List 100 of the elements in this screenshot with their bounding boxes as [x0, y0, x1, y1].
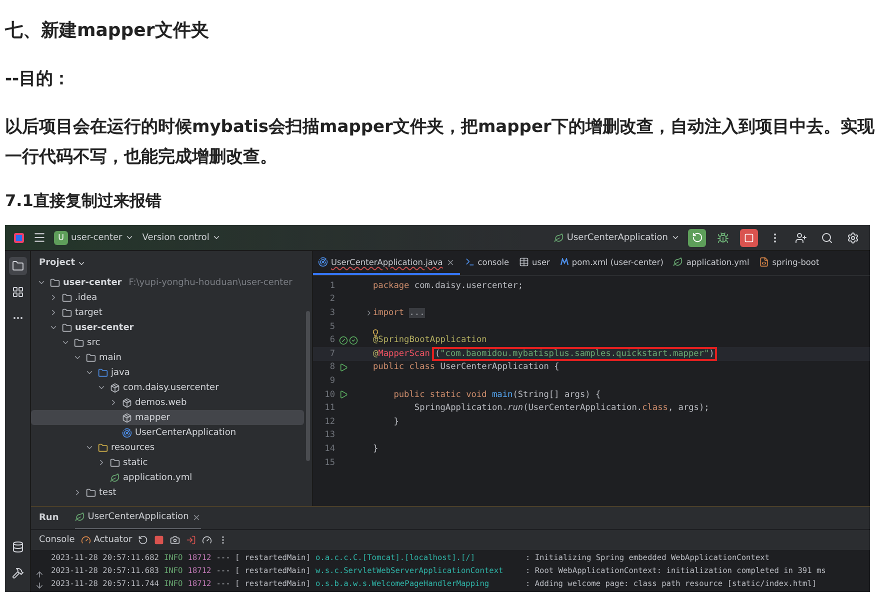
- leaf-icon: [74, 512, 85, 522]
- version-control-menu[interactable]: Version control: [142, 232, 222, 242]
- menu-icon[interactable]: [33, 231, 46, 244]
- stop-icon[interactable]: [154, 535, 164, 545]
- chevron-down-icon[interactable]: [85, 443, 94, 452]
- code-line: SpringApplication.run(UserCenterApplication.class, args);: [413, 403, 710, 414]
- project-tool-button[interactable]: [8, 257, 26, 275]
- run-panel-title: Run: [39, 513, 59, 523]
- code-line: @SpringBootApplication: [373, 335, 487, 346]
- chevron-down-icon[interactable]: [85, 368, 94, 377]
- fold-chevron-icon[interactable]: [365, 308, 373, 317]
- actuator-tab[interactable]: Actuator: [80, 535, 132, 545]
- run-icon[interactable]: [339, 390, 348, 400]
- tree-item[interactable]: main: [31, 350, 304, 365]
- scroll-up-icon[interactable]: [34, 570, 44, 579]
- project-selector[interactable]: U user-center: [54, 230, 134, 244]
- grid-icon: [12, 286, 24, 298]
- line-number: 13: [324, 430, 335, 440]
- tree-item[interactable]: src: [31, 335, 304, 350]
- chevron-down-icon[interactable]: [97, 383, 106, 392]
- tree-item[interactable]: .idea: [31, 290, 304, 305]
- close-icon[interactable]: [192, 512, 201, 522]
- line-number: 9: [328, 376, 335, 386]
- exit-icon[interactable]: [186, 535, 196, 545]
- folder-icon: [110, 458, 120, 468]
- tree-item[interactable]: resources: [31, 440, 304, 455]
- chevron-down-icon: [125, 233, 134, 242]
- project-panel-title[interactable]: Project: [31, 251, 312, 275]
- chevron-right-icon[interactable]: [49, 308, 58, 317]
- database-icon: [12, 541, 24, 553]
- tree-item[interactable]: mapper: [31, 410, 304, 425]
- line-number: 3: [328, 308, 335, 318]
- subheading: --目的：: [5, 68, 72, 91]
- package-icon: [122, 398, 132, 408]
- tree-item[interactable]: static: [31, 455, 304, 470]
- run-tab[interactable]: UserCenterApplication: [74, 506, 201, 530]
- close-icon[interactable]: [446, 258, 455, 266]
- leaf-icon: [673, 257, 684, 267]
- bean-icon[interactable]: [339, 336, 348, 345]
- editor-tab[interactable]: user: [514, 251, 555, 275]
- folder-icon: [98, 442, 108, 452]
- app-logo-icon: [13, 232, 25, 244]
- scroll-down-icon[interactable]: [34, 581, 44, 590]
- console-icon: [464, 257, 475, 267]
- tree-item[interactable]: test: [31, 485, 304, 500]
- package-icon: [122, 412, 132, 422]
- section-heading: 7.1直接复制过来报错: [5, 190, 162, 212]
- tree-item[interactable]: demos.web: [31, 395, 304, 410]
- code-line: public static void main(String[] args) {: [392, 390, 601, 400]
- line-number: 10: [324, 390, 335, 400]
- heading: 七、新建mapper文件夹: [5, 19, 210, 43]
- chevron-right-icon[interactable]: [97, 458, 106, 467]
- chevron-right-icon[interactable]: [49, 293, 58, 302]
- hammer-icon: [12, 567, 24, 579]
- chevron-down-icon[interactable]: [61, 338, 70, 347]
- project-badge: U: [54, 230, 68, 244]
- console-tab[interactable]: Console: [39, 535, 75, 545]
- line-number: 11: [324, 403, 335, 414]
- user-plus-icon: [795, 232, 807, 244]
- tree-item[interactable]: user-center: [31, 320, 304, 335]
- tree-item[interactable]: target: [31, 305, 304, 320]
- path-text: F:\yupi-yonghu-houduan\user-center: [128, 278, 292, 288]
- tree-item[interactable]: java: [31, 365, 304, 380]
- chevron-down-icon[interactable]: [49, 323, 58, 332]
- paragraph: 以后项目会在运行的时候mybatis会扫描mapper文件夹，把mapper下的增删改查，自动注入到项目中去。实现一行代码不写，也能完成增删改查。: [5, 116, 876, 169]
- tree-item[interactable]: UserCenterApplication: [31, 425, 304, 440]
- package-icon: [110, 382, 120, 392]
- stop-button[interactable]: [740, 228, 758, 246]
- code-line: package com.daisy.usercenter;: [373, 280, 524, 291]
- line-number: 5: [328, 322, 335, 332]
- editor-tab[interactable]: UserCenterApplication.java: [313, 251, 460, 275]
- code-icon: [759, 257, 770, 267]
- line-number: 1: [328, 280, 335, 291]
- folder-icon: [62, 292, 72, 302]
- leaf-icon: [554, 232, 564, 242]
- folder-icon: [12, 260, 24, 272]
- chevron-down-icon[interactable]: [37, 278, 46, 287]
- tree-item[interactable]: application.yml: [31, 470, 304, 485]
- gauge-icon[interactable]: [202, 535, 212, 545]
- rerun-button[interactable]: [688, 228, 706, 246]
- camera-icon[interactable]: [170, 535, 180, 545]
- tree-item[interactable]: user-center F:\yupi-yonghu-houduan\user-center: [31, 275, 304, 290]
- bean-icon[interactable]: [349, 336, 358, 345]
- editor-tab[interactable]: spring-boot: [754, 251, 824, 275]
- run-configuration-selector[interactable]: UserCenterApplication: [554, 232, 680, 242]
- chevron-right-icon[interactable]: [109, 398, 118, 407]
- gauge-icon: [80, 535, 91, 545]
- code-line: public class UserCenterApplication {: [373, 362, 560, 372]
- run-icon[interactable]: [339, 362, 348, 372]
- editor-tab[interactable]: console: [460, 251, 514, 275]
- editor-tab[interactable]: application.yml: [668, 251, 754, 275]
- stop-icon: [744, 232, 754, 242]
- rerun-icon[interactable]: [138, 535, 148, 545]
- tree-item[interactable]: com.daisy.usercenter: [31, 380, 304, 395]
- editor-tab[interactable]: pom.xml (user-center): [554, 251, 668, 275]
- chevron-down-icon[interactable]: [73, 353, 82, 362]
- chevron-right-icon[interactable]: [73, 488, 82, 497]
- bug-icon: [717, 232, 729, 244]
- folder-icon: [98, 368, 108, 378]
- line-number: 2: [328, 294, 335, 304]
